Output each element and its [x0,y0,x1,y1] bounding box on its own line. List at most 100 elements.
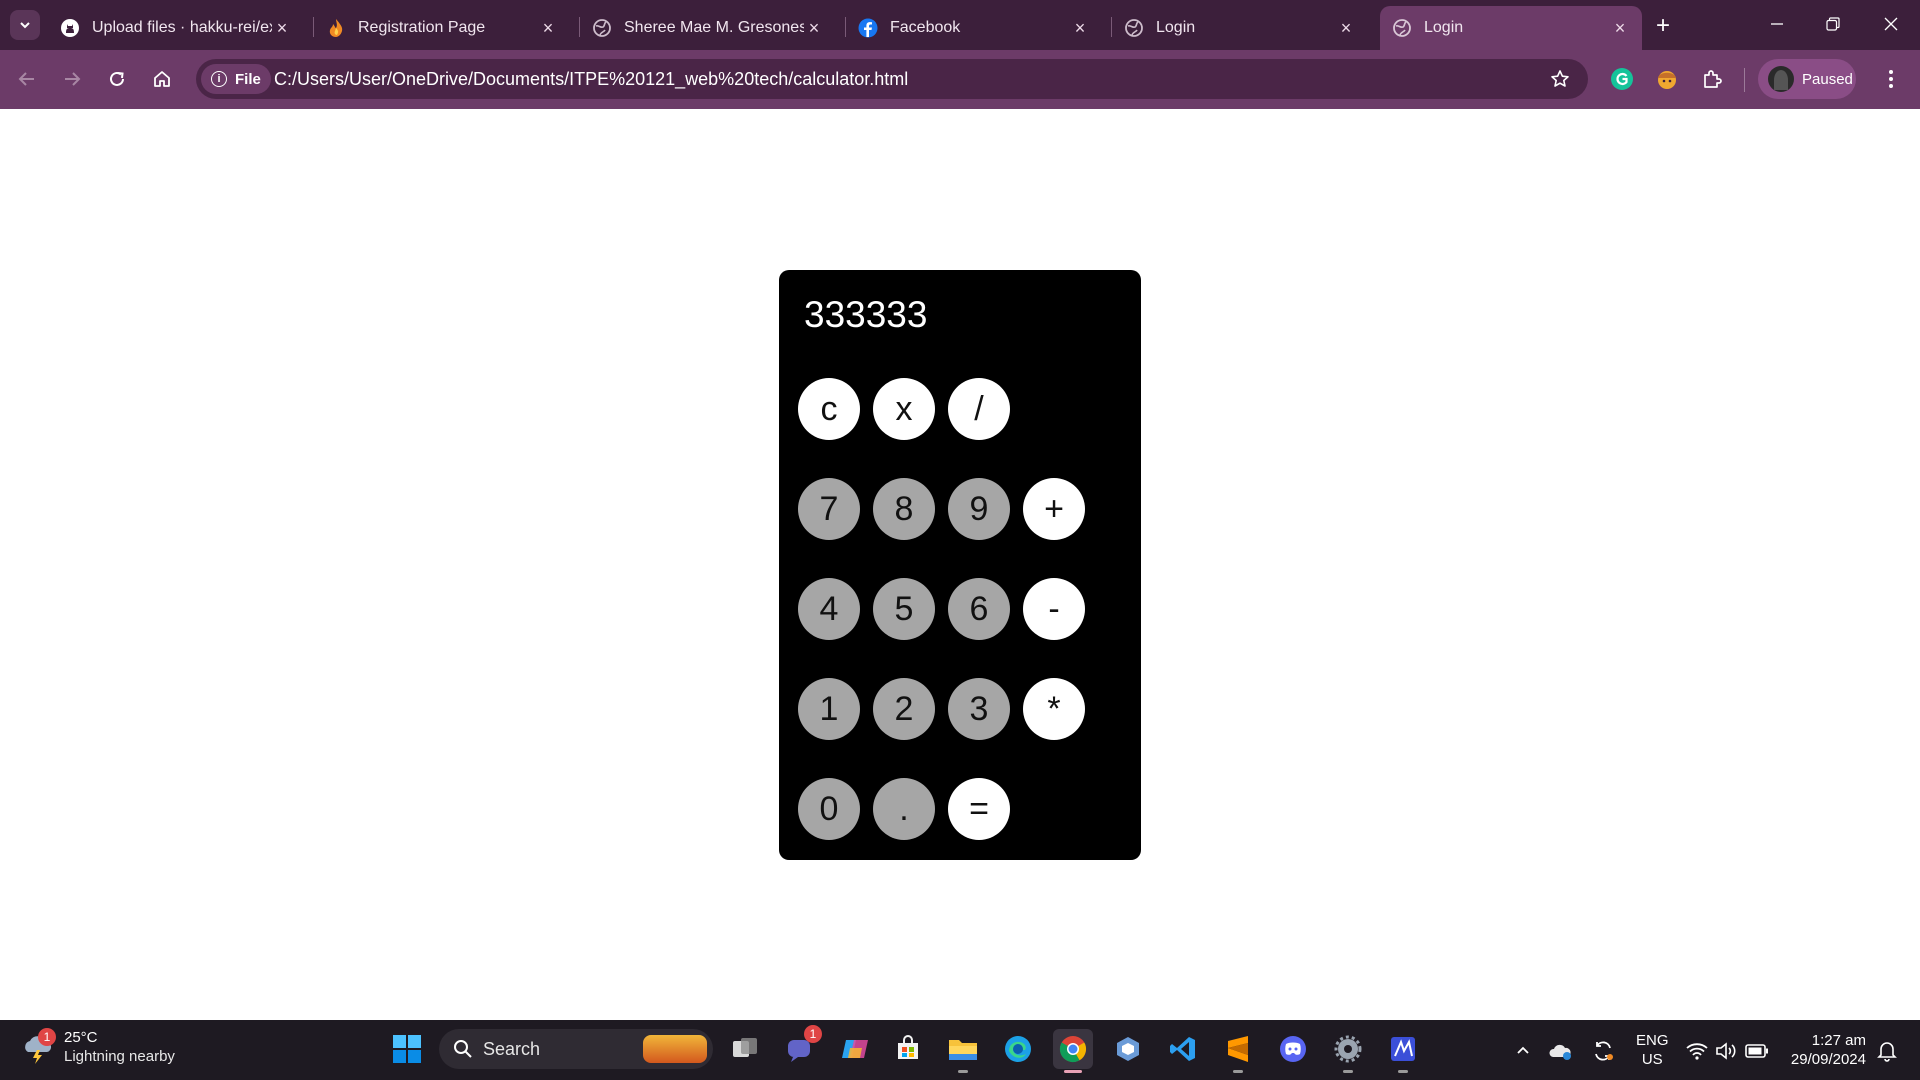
sublime-text-button[interactable] [1218,1029,1258,1073]
tab-title: Facebook [890,19,961,36]
calculator-display: 333333 [804,294,928,335]
puzzle-icon [1704,70,1722,88]
close-icon[interactable]: × [538,18,558,38]
battery-tray-button[interactable] [1744,1038,1770,1064]
app-button[interactable] [1108,1029,1148,1069]
clock-time: 1:27 am [1811,1032,1866,1049]
forward-button[interactable] [55,62,89,96]
close-icon[interactable]: × [1610,18,1630,38]
running-indicator [1064,1070,1082,1073]
teams-chat-button[interactable]: 1 [780,1025,822,1069]
tab-github[interactable]: Upload files · hakku-rei/exc × [48,6,304,50]
copilot-button[interactable] [835,1029,875,1069]
wifi-tray-button[interactable] [1684,1038,1710,1064]
settings-button[interactable] [1328,1029,1368,1073]
app-button-2[interactable] [1383,1029,1423,1073]
search-highlight-image [643,1035,707,1063]
grammarly-icon [1611,68,1633,90]
reload-button[interactable] [100,62,134,96]
chrome-button[interactable] [1053,1029,1093,1073]
input-language-indicator[interactable]: ENG US [1636,1031,1669,1069]
store-icon [898,1035,918,1059]
url-text[interactable]: C:/Users/User/OneDrive/Documents/ITPE%20… [274,69,908,90]
vscode-button[interactable] [1163,1029,1203,1069]
multiply-button[interactable]: * [1023,678,1085,740]
copilot-icon [842,1040,868,1058]
tab-search-button[interactable] [10,10,40,40]
file-explorer-button[interactable] [943,1029,983,1073]
microsoft-store-button[interactable] [888,1029,928,1069]
gear-icon [1334,1035,1362,1063]
digit-5-button[interactable]: 5 [873,578,935,640]
minimize-button[interactable] [1757,8,1797,40]
weather-condition: Lightning nearby [64,1048,175,1065]
hexagon-app-icon [1117,1037,1139,1061]
facebook-icon [858,18,878,38]
digit-9-button[interactable]: 9 [948,478,1010,540]
add-button[interactable]: + [1023,478,1085,540]
weather-widget[interactable]: 1 25°C Lightning nearby [20,1027,175,1067]
close-icon[interactable]: × [1070,18,1090,38]
notifications-button[interactable] [1874,1038,1900,1064]
extensions-menu-button[interactable] [1697,64,1727,94]
tab-login-active[interactable]: Login × [1380,6,1642,50]
task-view-button[interactable] [725,1029,765,1069]
home-button[interactable] [145,62,179,96]
digit-3-button[interactable]: 3 [948,678,1010,740]
tab-registration[interactable]: Registration Page × [314,6,570,50]
profile-button[interactable]: Paused [1758,59,1856,99]
digit-0-button[interactable]: 0 [798,778,860,840]
start-button[interactable] [387,1029,427,1069]
digit-1-button[interactable]: 1 [798,678,860,740]
cookie-character-icon [1658,71,1676,89]
discord-button[interactable] [1273,1029,1313,1069]
search-label: Search [483,1038,541,1059]
divide-button[interactable]: / [948,378,1010,440]
edge-button[interactable] [998,1029,1038,1069]
address-bar[interactable]: i File C:/Users/User/OneDrive/Documents/… [196,59,1588,99]
close-window-button[interactable] [1871,8,1911,40]
decimal-button[interactable]: . [873,778,935,840]
digit-2-button[interactable]: 2 [873,678,935,740]
windows-logo-icon [393,1035,421,1063]
tab-facebook[interactable]: Facebook × [846,6,1102,50]
taskbar-search[interactable]: Search [439,1029,713,1069]
chevron-down-icon [20,22,30,29]
clear-button[interactable]: c [798,378,860,440]
close-icon[interactable]: × [804,18,824,38]
digit-7-button[interactable]: 7 [798,478,860,540]
site-info-chip[interactable]: i File [201,64,271,94]
digit-4-button[interactable]: 4 [798,578,860,640]
sync-tray-button[interactable] [1590,1038,1616,1064]
digit-8-button[interactable]: 8 [873,478,935,540]
tab-login[interactable]: Login × [1112,6,1368,50]
restore-button[interactable] [1813,8,1853,40]
tab-title: Login [1424,19,1464,36]
extension-button[interactable] [1652,64,1682,94]
bell-icon [1877,1042,1897,1062]
close-icon[interactable]: × [1336,18,1356,38]
sublime-icon [1228,1036,1248,1062]
close-icon[interactable]: × [272,18,292,38]
weather-badge: 1 [38,1027,56,1046]
tab-sheree[interactable]: Sheree Mae M. Gresones × [580,6,836,50]
weather-temperature: 25°C [64,1029,98,1046]
onedrive-tray-button[interactable] [1548,1038,1574,1064]
grammarly-extension-button[interactable] [1607,64,1637,94]
backspace-button[interactable]: x [873,378,935,440]
browser-menu-button[interactable] [1876,64,1906,94]
back-button[interactable] [10,62,44,96]
digit-6-button[interactable]: 6 [948,578,1010,640]
taskbar-clock[interactable]: 1:27 am 29/09/2024 [1786,1031,1866,1069]
minimize-icon [1771,23,1783,25]
sync-icon [1595,1041,1613,1061]
volume-tray-button[interactable] [1713,1038,1739,1064]
show-hidden-icons-button[interactable] [1510,1038,1536,1064]
reload-icon [110,71,124,86]
equals-button[interactable]: = [948,778,1010,840]
search-icon [453,1039,473,1059]
bookmark-star-button[interactable] [1548,67,1572,91]
subtract-button[interactable]: - [1023,578,1085,640]
tab-title: Sheree Mae M. Gresones [624,19,804,36]
new-tab-button[interactable]: + [1650,12,1676,39]
